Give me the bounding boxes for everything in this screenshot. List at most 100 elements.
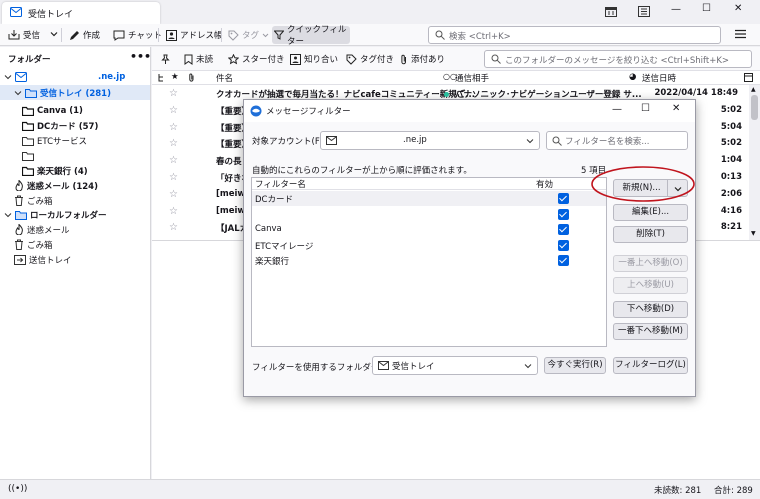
folder-item[interactable]: 送信トレイ <box>0 252 150 267</box>
chevron-down-icon[interactable] <box>50 30 58 38</box>
filter-search-input[interactable]: フィルター名を検索... <box>546 131 688 150</box>
message-list-scrollbar[interactable]: ▲ ▼ <box>749 85 760 240</box>
message-date: 2022/04/14 18:49 <box>654 88 738 98</box>
bookmark-icon <box>184 54 193 65</box>
junk-flame-icon <box>14 180 24 191</box>
chevron-down-icon[interactable] <box>4 211 12 219</box>
filter-enabled-checkbox[interactable] <box>558 255 569 266</box>
quick-filter-toggle[interactable]: クイックフィルター <box>272 25 350 47</box>
filter-row[interactable] <box>252 207 606 222</box>
folder-item[interactable]: DCカード (57) <box>0 118 150 133</box>
pencil-icon <box>69 30 80 41</box>
starred-filter-button[interactable]: スター付き <box>226 51 287 67</box>
chat-bubble-icon <box>113 30 125 41</box>
tag-button[interactable]: タグ <box>226 27 271 43</box>
scroll-down-icon[interactable]: ▼ <box>751 230 756 237</box>
dialog-minimize-button[interactable]: — <box>612 104 622 115</box>
thread-column-icon[interactable] <box>158 73 166 82</box>
folder-pane: フォルダー ••• .ne.jp 受信トレイ (281) Canva (1) DCカ… <box>0 47 151 479</box>
calendar-icon[interactable] <box>605 6 617 17</box>
filter-log-button[interactable]: フィルターログ(L) <box>613 357 688 374</box>
filter-folder-select[interactable]: 受信トレイ <box>372 356 538 375</box>
delete-filter-button[interactable]: 削除(T) <box>613 226 688 243</box>
move-bottom-button[interactable]: 一番下へ移動(M) <box>613 323 688 340</box>
star-toggle-icon[interactable]: ☆ <box>169 189 178 200</box>
scrollbar-thumb[interactable] <box>751 95 758 120</box>
dialog-maximize-button[interactable]: ☐ <box>641 103 650 114</box>
tab-inbox[interactable]: 受信トレイ <box>2 2 160 24</box>
folder-item[interactable]: ローカルフォルダー <box>0 207 150 222</box>
chevron-down-icon[interactable] <box>14 89 22 97</box>
filter-enabled-checkbox[interactable] <box>558 208 569 220</box>
address-book-button[interactable]: アドレス帳 <box>164 27 225 43</box>
filter-enabled-checkbox[interactable] <box>558 239 569 251</box>
filter-name-column-header[interactable]: フィルター名 <box>255 178 306 190</box>
move-top-button[interactable]: 一番上へ移動(O) <box>613 255 688 272</box>
folder-item[interactable]: 受信トレイ (281) <box>0 85 150 100</box>
account-select-value: .ne.jp <box>403 135 427 145</box>
folder-item[interactable]: 楽天銀行 (4) <box>0 163 150 178</box>
subject-column-header[interactable]: 件名 <box>216 72 233 84</box>
star-column-icon[interactable]: ★ <box>171 72 179 82</box>
maximize-button[interactable]: ☐ <box>702 3 711 14</box>
sticky-pin-icon[interactable] <box>160 54 171 65</box>
attachment-column-icon[interactable] <box>188 73 195 82</box>
date-column-header[interactable]: 送信日時 <box>642 72 676 84</box>
star-toggle-icon[interactable]: ☆ <box>169 206 178 217</box>
move-up-button[interactable]: 上へ移動(U) <box>613 277 688 294</box>
filter-enabled-checkbox[interactable] <box>558 224 569 235</box>
status-bar: ((•)) 未読数: 281 合計: 289 <box>0 479 760 499</box>
attachment-filter-button[interactable]: 添付あり <box>398 51 447 67</box>
dialog-title: メッセージフィルター <box>266 107 351 117</box>
filter-row[interactable]: 楽天銀行 <box>252 253 606 268</box>
folder-item[interactable]: 迷惑メール <box>0 222 150 237</box>
mail-icon <box>326 136 337 145</box>
folder-item[interactable]: Canva (1) <box>0 103 150 118</box>
star-toggle-icon[interactable]: ☆ <box>169 88 178 99</box>
minimize-button[interactable]: — <box>671 4 681 15</box>
close-window-button[interactable]: ✕ <box>734 3 742 14</box>
run-now-button[interactable]: 今すぐ実行(R) <box>544 357 606 374</box>
folder-item[interactable]: ETCサービス <box>0 133 150 148</box>
online-status-icon[interactable]: ((•)) <box>8 484 27 494</box>
account-item[interactable]: .ne.jp <box>0 69 150 84</box>
account-select[interactable]: .ne.jp <box>320 131 540 150</box>
correspondent-column-header[interactable]: 通信相手 <box>455 72 489 84</box>
filter-row[interactable]: Canva <box>252 222 606 237</box>
star-toggle-icon[interactable]: ☆ <box>169 222 178 233</box>
tasks-icon[interactable] <box>638 6 650 17</box>
folder-item-label: 迷惑メール <box>27 225 70 236</box>
paperclip-icon <box>400 54 408 65</box>
star-toggle-icon[interactable]: ☆ <box>169 155 178 166</box>
folder-item[interactable]: ごみ箱 <box>0 237 150 252</box>
filter-name: 楽天銀行 <box>255 257 290 267</box>
star-toggle-icon[interactable]: ☆ <box>169 138 178 149</box>
filter-name: Canva <box>255 224 282 234</box>
contact-filter-button[interactable]: 知り合い <box>288 51 340 67</box>
filter-enabled-column-header[interactable]: 有効 <box>536 178 553 190</box>
global-search-input[interactable]: 検索 <Ctrl+K> <box>428 26 721 44</box>
hamburger-menu-icon[interactable] <box>735 29 746 39</box>
folder-item[interactable] <box>0 148 150 163</box>
unread-filter-button[interactable]: 未読 <box>182 51 215 67</box>
dialog-close-button[interactable]: ✕ <box>672 103 680 114</box>
folder-pane-menu-icon[interactable]: ••• <box>130 50 151 63</box>
scroll-up-icon[interactable]: ▲ <box>751 86 756 93</box>
get-mail-button[interactable]: 受信 <box>6 27 42 43</box>
star-toggle-icon[interactable]: ☆ <box>169 105 178 116</box>
folder-filter-input[interactable]: このフォルダーのメッセージを絞り込む <Ctrl+Shift+K> <box>484 50 752 68</box>
tagged-filter-button[interactable]: タグ付き <box>344 51 396 67</box>
filter-row[interactable]: DCカード <box>252 191 606 206</box>
filter-row[interactable]: ETCマイレージ <box>252 238 606 253</box>
filter-enabled-checkbox[interactable] <box>558 193 569 204</box>
chat-button[interactable]: チャット <box>111 27 164 43</box>
move-down-button[interactable]: 下へ移動(D) <box>613 301 688 318</box>
write-button[interactable]: 作成 <box>67 27 102 43</box>
star-toggle-icon[interactable]: ☆ <box>169 172 178 183</box>
folder-item[interactable]: 迷惑メール (124) <box>0 178 150 193</box>
folder-item[interactable]: ごみ箱 <box>0 193 150 208</box>
star-toggle-icon[interactable]: ☆ <box>169 122 178 133</box>
edit-filter-button[interactable]: 編集(E)... <box>613 204 688 221</box>
column-picker-icon[interactable] <box>744 73 753 82</box>
unread-dot-icon[interactable] <box>444 92 449 97</box>
